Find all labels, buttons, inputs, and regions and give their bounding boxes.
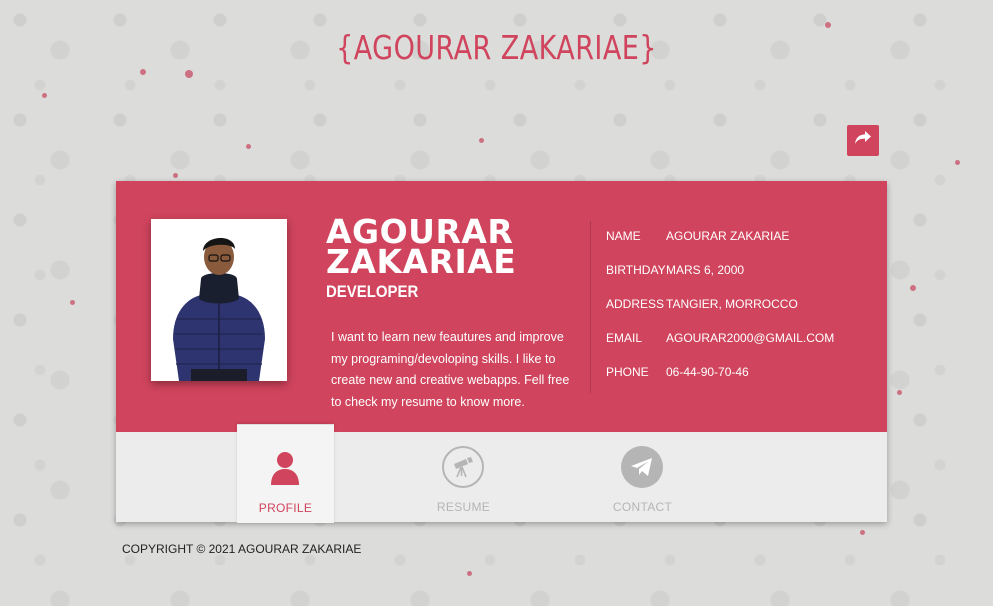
info-value: MARS 6, 2000 [666,263,745,277]
background-dot [479,138,484,143]
info-value: 06-44-90-70-46 [666,365,749,379]
info-label: NAME [606,229,641,243]
info-label: ADDRESS [606,297,665,311]
info-row-birthday: BIRTHDAY MARS 6, 2000 [606,263,744,277]
tab-label: PROFILE [258,501,313,515]
user-icon [264,447,306,489]
info-value: AGOURAR ZAKARIAE [666,229,790,243]
info-row-email: EMAIL AGOURAR2000@GMAIL.COM [606,331,834,345]
background-dot [42,93,47,98]
profile-photo [151,219,287,381]
profile-card: AGOURAR ZAKARIAE DEVELOPER I want to lea… [116,181,887,523]
background-dot [140,69,146,75]
profile-bio: I want to learn new feautures and improv… [331,330,570,409]
profile-header: AGOURAR ZAKARIAE DEVELOPER I want to lea… [116,181,887,432]
site-title: {AGOURAR ZAKARIAE} [336,28,657,67]
background-dot [173,173,178,178]
background-dot [910,285,916,291]
background-dot [860,530,865,535]
profile-role: DEVELOPER [326,282,419,301]
profile-name-last: ZAKARIAE [326,242,517,281]
paper-plane-icon [621,446,663,488]
telescope-icon [442,446,484,488]
share-button[interactable] [847,125,879,156]
background-dot [467,571,472,576]
background-dot [185,70,193,78]
info-value: TANGIER, MORROCCO [666,297,798,311]
background-dot [897,390,902,395]
tab-label: CONTACT [612,500,673,514]
info-value[interactable]: AGOURAR2000@GMAIL.COM [666,331,834,345]
info-label: PHONE [606,365,649,379]
tab-contact[interactable]: CONTACT [594,424,691,522]
share-icon [854,130,872,151]
info-label: EMAIL [606,331,643,345]
tab-resume[interactable]: RESUME [415,424,512,522]
tab-bar: PROFILE RESUME CONTACT [116,424,887,523]
background-dot [70,300,75,305]
profile-name: AGOURAR ZAKARIAE [326,215,517,281]
background-dot [246,144,251,149]
tab-profile[interactable]: PROFILE [237,424,334,523]
info-row-phone: PHONE 06-44-90-70-46 [606,365,749,379]
copyright-text: COPYRIGHT © 2021 AGOURAR ZAKARIAE [122,542,362,556]
background-dot [955,160,960,165]
info-label: BIRTHDAY [606,263,666,277]
info-divider [590,221,591,393]
info-row-address: ADDRESS TANGIER, MORROCCO [606,297,798,311]
tab-label: RESUME [436,500,491,514]
info-row-name: NAME AGOURAR ZAKARIAE [606,229,789,243]
